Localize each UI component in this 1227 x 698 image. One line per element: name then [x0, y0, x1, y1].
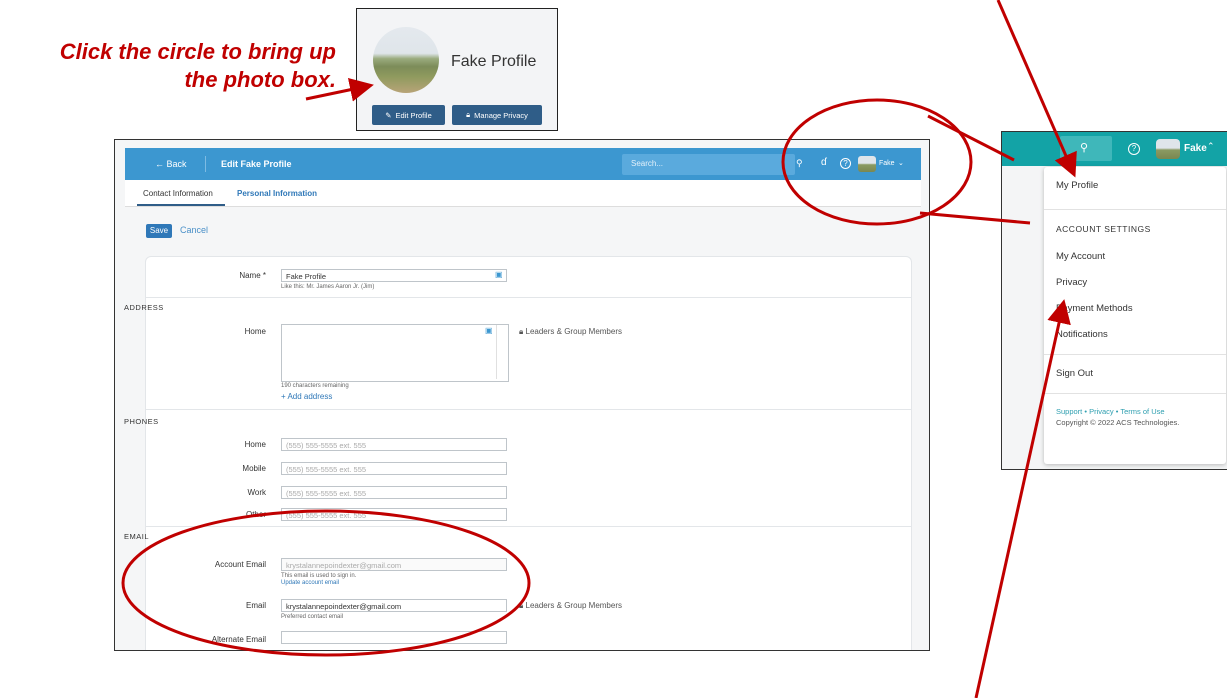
header-circle	[781, 98, 973, 226]
callout-line-bottom	[919, 211, 1031, 225]
arrow-to-search-button	[996, 0, 1077, 178]
annotation-overlay	[121, 0, 1077, 698]
email-circle	[121, 509, 531, 657]
arrow-to-avatar	[305, 77, 374, 102]
arrow-to-privacy-item	[974, 299, 1071, 698]
